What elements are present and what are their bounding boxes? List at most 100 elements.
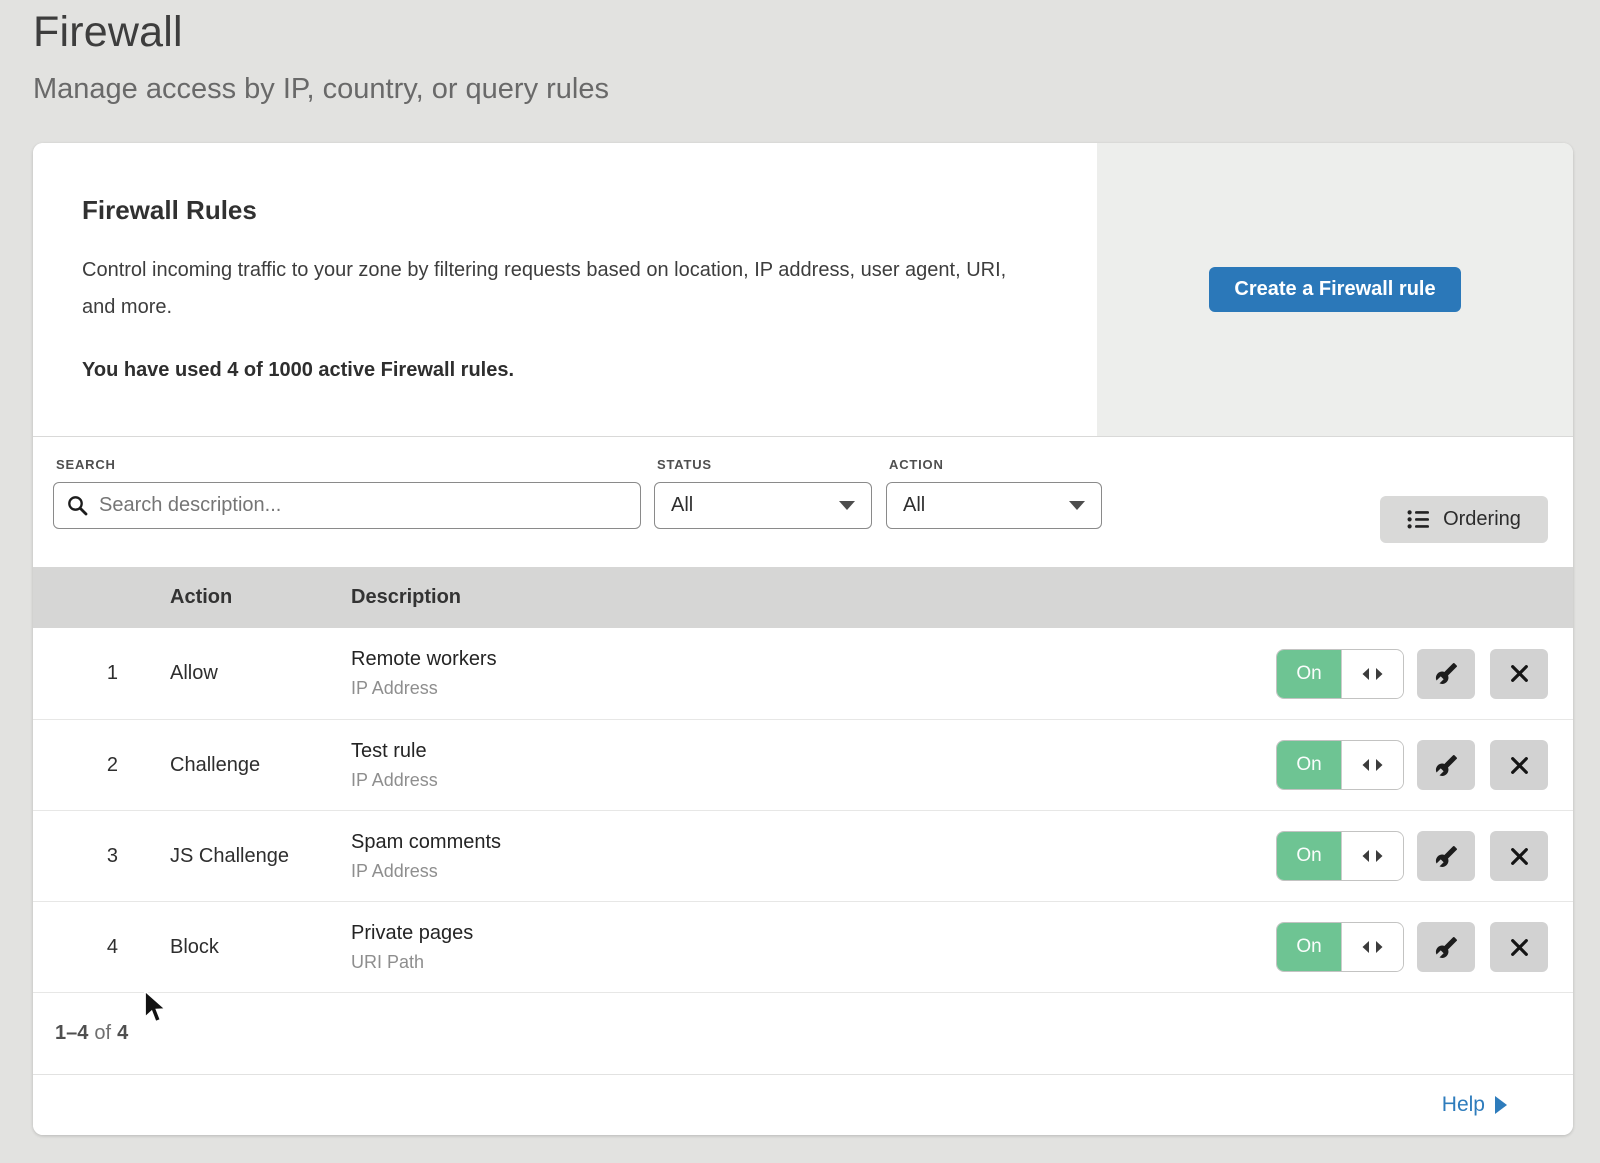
page-header: Firewall Manage access by IP, country, o… bbox=[33, 8, 609, 106]
rule-action: Block bbox=[118, 936, 351, 959]
action-dropdown[interactable]: All bbox=[886, 482, 1102, 529]
rule-description: Remote workers bbox=[351, 648, 1276, 671]
search-icon bbox=[66, 494, 89, 522]
chevron-down-icon bbox=[1069, 501, 1085, 510]
search-input[interactable] bbox=[53, 482, 641, 529]
table-header: Action Description bbox=[33, 567, 1573, 628]
status-filter: STATUS All bbox=[654, 457, 872, 529]
rule-action: Allow bbox=[118, 662, 351, 685]
ordering-button[interactable]: Ordering bbox=[1380, 496, 1548, 543]
delete-rule-button[interactable] bbox=[1490, 740, 1548, 790]
help-link[interactable]: Help bbox=[1442, 1093, 1507, 1117]
rule-action: JS Challenge bbox=[118, 845, 351, 868]
toggle-on-label: On bbox=[1277, 741, 1341, 789]
toggle-handle[interactable] bbox=[1341, 923, 1403, 971]
create-firewall-rule-button[interactable]: Create a Firewall rule bbox=[1209, 267, 1460, 312]
rule-description: Private pages bbox=[351, 922, 1276, 945]
rule-description-cell: Spam comments IP Address bbox=[351, 831, 1276, 882]
usage-note: You have used 4 of 1000 active Firewall … bbox=[82, 359, 1037, 382]
rule-match-field: IP Address bbox=[351, 678, 1276, 699]
rule-priority: 4 bbox=[33, 936, 118, 959]
rule-enabled-toggle[interactable]: On bbox=[1276, 649, 1404, 699]
card-title: Firewall Rules bbox=[82, 195, 1037, 226]
rule-description-cell: Private pages URI Path bbox=[351, 922, 1276, 973]
edit-rule-button[interactable] bbox=[1417, 831, 1475, 881]
close-icon bbox=[1509, 937, 1530, 958]
rule-enabled-toggle[interactable]: On bbox=[1276, 831, 1404, 881]
close-icon bbox=[1509, 663, 1530, 684]
rule-priority: 1 bbox=[33, 662, 118, 685]
rule-controls: On bbox=[1276, 649, 1573, 699]
card-top-section: Firewall Rules Control incoming traffic … bbox=[33, 143, 1573, 437]
toggle-handle[interactable] bbox=[1341, 832, 1403, 880]
table-row: 1 Allow Remote workers IP Address On bbox=[33, 628, 1573, 719]
delete-rule-button[interactable] bbox=[1490, 922, 1548, 972]
search-label: SEARCH bbox=[56, 457, 641, 472]
status-label: STATUS bbox=[657, 457, 872, 472]
action-filter: ACTION All bbox=[886, 457, 1102, 529]
pagination-total: 4 bbox=[117, 1022, 128, 1045]
card-intro: Firewall Rules Control incoming traffic … bbox=[33, 143, 1097, 436]
rule-priority: 3 bbox=[33, 845, 118, 868]
rule-priority: 2 bbox=[33, 754, 118, 777]
close-icon bbox=[1509, 846, 1530, 867]
toggle-handle[interactable] bbox=[1341, 741, 1403, 789]
filters-bar: SEARCH STATUS All ACTION All bbox=[33, 437, 1573, 567]
wrench-icon bbox=[1435, 662, 1458, 685]
edit-rule-button[interactable] bbox=[1417, 649, 1475, 699]
rule-enabled-toggle[interactable]: On bbox=[1276, 922, 1404, 972]
card-description: Control incoming traffic to your zone by… bbox=[82, 252, 1027, 326]
wrench-icon bbox=[1435, 936, 1458, 959]
rule-match-field: IP Address bbox=[351, 861, 1276, 882]
rule-controls: On bbox=[1276, 922, 1573, 972]
close-icon bbox=[1509, 755, 1530, 776]
edit-rule-button[interactable] bbox=[1417, 740, 1475, 790]
page-subtitle: Manage access by IP, country, or query r… bbox=[33, 73, 609, 106]
create-rule-panel: Create a Firewall rule bbox=[1097, 143, 1573, 436]
action-selected-value: All bbox=[903, 494, 1069, 517]
table-row: 4 Block Private pages URI Path On bbox=[33, 901, 1573, 992]
delete-rule-button[interactable] bbox=[1490, 831, 1548, 881]
search-filter: SEARCH bbox=[53, 457, 641, 529]
drag-arrows-icon bbox=[1361, 667, 1384, 681]
page-title: Firewall bbox=[33, 8, 609, 57]
rule-match-field: URI Path bbox=[351, 952, 1276, 973]
chevron-down-icon bbox=[839, 501, 855, 510]
status-dropdown[interactable]: All bbox=[654, 482, 872, 529]
status-selected-value: All bbox=[671, 494, 839, 517]
rule-description-cell: Remote workers IP Address bbox=[351, 648, 1276, 699]
help-arrow-icon bbox=[1495, 1096, 1507, 1114]
rule-controls: On bbox=[1276, 831, 1573, 881]
rule-action: Challenge bbox=[118, 754, 351, 777]
toggle-handle[interactable] bbox=[1341, 650, 1403, 698]
column-header-action: Action bbox=[118, 586, 351, 609]
delete-rule-button[interactable] bbox=[1490, 649, 1548, 699]
pagination-range: 1–4 bbox=[55, 1022, 88, 1045]
rule-description: Test rule bbox=[351, 740, 1276, 763]
help-row: Help bbox=[33, 1074, 1573, 1135]
table-row: 2 Challenge Test rule IP Address On bbox=[33, 719, 1573, 810]
search-box bbox=[53, 482, 641, 529]
drag-arrows-icon bbox=[1361, 849, 1384, 863]
wrench-icon bbox=[1435, 845, 1458, 868]
drag-arrows-icon bbox=[1361, 940, 1384, 954]
toggle-on-label: On bbox=[1277, 650, 1341, 698]
help-label: Help bbox=[1442, 1093, 1485, 1117]
toggle-on-label: On bbox=[1277, 923, 1341, 971]
ordering-button-label: Ordering bbox=[1443, 508, 1521, 531]
rule-enabled-toggle[interactable]: On bbox=[1276, 740, 1404, 790]
table-row: 3 JS Challenge Spam comments IP Address … bbox=[33, 810, 1573, 901]
pagination: 1–4 of 4 bbox=[33, 992, 1573, 1074]
rule-match-field: IP Address bbox=[351, 770, 1276, 791]
firewall-rules-card: Firewall Rules Control incoming traffic … bbox=[33, 143, 1573, 1135]
pagination-of: of bbox=[94, 1022, 111, 1045]
edit-rule-button[interactable] bbox=[1417, 922, 1475, 972]
rule-controls: On bbox=[1276, 740, 1573, 790]
column-header-description: Description bbox=[351, 586, 1573, 609]
toggle-on-label: On bbox=[1277, 832, 1341, 880]
ordered-list-icon bbox=[1407, 509, 1430, 530]
wrench-icon bbox=[1435, 754, 1458, 777]
action-label: ACTION bbox=[889, 457, 1102, 472]
rule-description: Spam comments bbox=[351, 831, 1276, 854]
rule-description-cell: Test rule IP Address bbox=[351, 740, 1276, 791]
